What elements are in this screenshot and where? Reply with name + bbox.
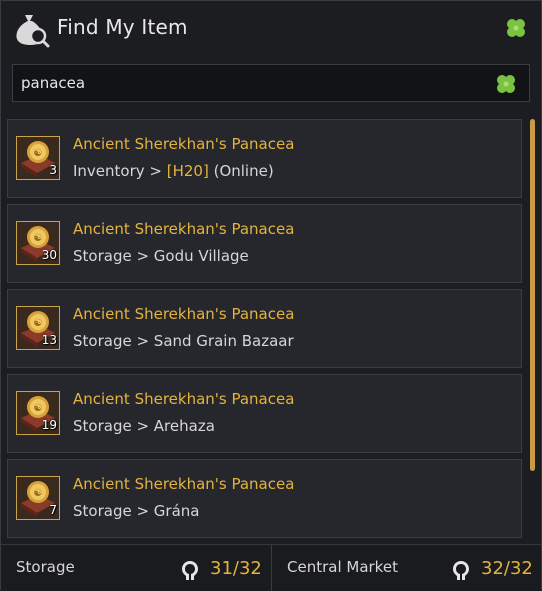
storage-label: Storage bbox=[16, 558, 75, 576]
location-text: Storage > Arehaza bbox=[73, 417, 215, 435]
item-location: Inventory > [H20] (Online) bbox=[73, 162, 274, 180]
clover-icon[interactable] bbox=[503, 15, 529, 41]
list-item[interactable]: ☯ 19 Ancient Sherekhan's Panacea Storage… bbox=[7, 374, 522, 453]
window-header: Find My Item bbox=[1, 1, 541, 56]
scrollbar-thumb[interactable] bbox=[530, 119, 535, 471]
item-quantity: 30 bbox=[41, 248, 57, 262]
search-bar bbox=[12, 64, 530, 102]
item-icon-slot: ☯ 30 bbox=[16, 221, 60, 265]
list-item[interactable]: ☯ 30 Ancient Sherekhan's Panacea Storage… bbox=[7, 204, 522, 283]
footer-bar: Storage 31/32 Central Market 32/32 bbox=[1, 544, 541, 591]
item-quantity: 3 bbox=[49, 163, 57, 177]
location-text: Storage > Sand Grain Bazaar bbox=[73, 332, 294, 350]
svg-text:☯: ☯ bbox=[34, 403, 43, 414]
svg-text:☯: ☯ bbox=[34, 318, 43, 329]
list-item[interactable]: ☯ 3 Ancient Sherekhan's Panacea Inventor… bbox=[7, 119, 522, 198]
svg-text:☯: ☯ bbox=[34, 148, 43, 159]
item-icon-slot: ☯ 3 bbox=[16, 136, 60, 180]
item-location: Storage > Godu Village bbox=[73, 247, 249, 265]
footer-divider bbox=[271, 545, 272, 591]
slot-capacity-icon bbox=[182, 561, 198, 580]
item-name: Ancient Sherekhan's Panacea bbox=[73, 390, 295, 408]
item-name: Ancient Sherekhan's Panacea bbox=[73, 305, 295, 323]
character-name: [H20] bbox=[166, 162, 209, 180]
find-my-item-window: Find My Item panacea ☯ 3 Ancient Sherekh… bbox=[0, 0, 542, 591]
item-name: Ancient Sherekhan's Panacea bbox=[73, 475, 295, 493]
money-bag-search-icon bbox=[16, 15, 50, 48]
item-icon-slot: ☯ 7 bbox=[16, 476, 60, 520]
results-scrollbar[interactable] bbox=[528, 119, 536, 539]
svg-text:☯: ☯ bbox=[34, 488, 43, 499]
location-status: (Online) bbox=[208, 162, 274, 180]
location-text: Inventory > bbox=[73, 162, 167, 180]
list-item[interactable]: ☯ 13 Ancient Sherekhan's Panacea Storage… bbox=[7, 289, 522, 368]
clover-icon[interactable] bbox=[493, 71, 519, 97]
item-quantity: 13 bbox=[41, 333, 57, 347]
item-quantity: 19 bbox=[41, 418, 57, 432]
location-text: Storage > Godu Village bbox=[73, 247, 249, 265]
slot-capacity-icon bbox=[453, 561, 469, 580]
item-icon-slot: ☯ 13 bbox=[16, 306, 60, 350]
item-name: Ancient Sherekhan's Panacea bbox=[73, 220, 295, 238]
window-title: Find My Item bbox=[57, 15, 188, 39]
item-location: Storage > Grána bbox=[73, 502, 199, 520]
results-list: ☯ 3 Ancient Sherekhan's Panacea Inventor… bbox=[7, 119, 523, 539]
svg-text:☯: ☯ bbox=[34, 233, 43, 244]
central-market-count: 32/32 bbox=[481, 558, 533, 579]
item-location: Storage > Arehaza bbox=[73, 417, 215, 435]
storage-count: 31/32 bbox=[210, 558, 262, 579]
item-location: Storage > Sand Grain Bazaar bbox=[73, 332, 294, 350]
item-quantity: 7 bbox=[49, 503, 57, 517]
item-name: Ancient Sherekhan's Panacea bbox=[73, 135, 295, 153]
item-icon-slot: ☯ 19 bbox=[16, 391, 60, 435]
list-item[interactable]: ☯ 7 Ancient Sherekhan's Panacea Storage … bbox=[7, 459, 522, 538]
search-input[interactable] bbox=[21, 65, 481, 101]
location-text: Storage > Grána bbox=[73, 502, 200, 520]
central-market-label: Central Market bbox=[287, 558, 398, 576]
